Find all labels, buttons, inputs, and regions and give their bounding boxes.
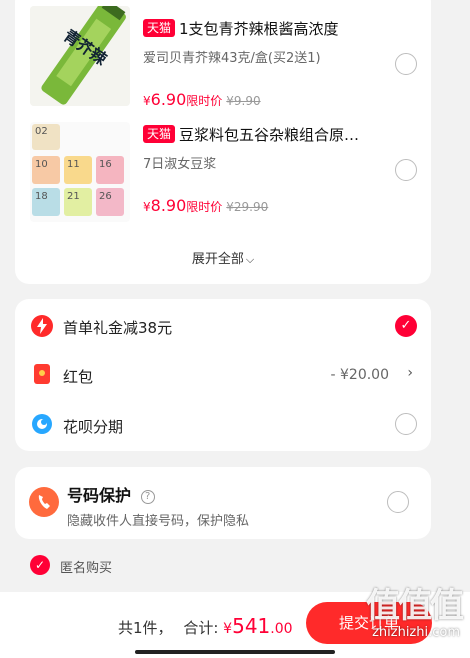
first-order-discount-row[interactable]: 首单礼金减38元 ✓ xyxy=(15,303,431,349)
phone-protection-title-text: 号码保护 xyxy=(67,486,132,505)
product-title[interactable]: 天猫 1支包青芥辣根酱高浓度 xyxy=(143,18,391,39)
chevron-right-icon[interactable]: › xyxy=(407,365,413,381)
original-price: ¥29.90 xyxy=(226,200,269,214)
red-packet-label: 红包 xyxy=(63,368,94,386)
huabei-row[interactable]: 花呗分期 xyxy=(15,403,431,449)
total-decimal: .00 xyxy=(270,621,293,637)
lightning-icon xyxy=(31,315,53,337)
price-label: 限时价 xyxy=(186,94,223,108)
total-integer: 541 xyxy=(232,614,271,638)
phone-protection-radio[interactable] xyxy=(387,491,409,513)
watermark-logo: 值值值 xyxy=(366,586,464,626)
pack-number: 21 xyxy=(67,191,80,202)
huabei-label: 花呗分期 xyxy=(63,418,124,436)
price-label: 限时价 xyxy=(186,200,223,214)
tmall-badge: 天猫 xyxy=(143,19,176,37)
benefits-card: 首单礼金减38元 ✓ 红包 - ¥20.00 › 花呗分期 xyxy=(15,299,431,451)
phone-protection-card[interactable]: 号码保护 ? 隐藏收件人直接号码，保护隐私 xyxy=(15,467,431,539)
phone-protection-title: 号码保护 ? xyxy=(67,482,155,506)
phone-protection-desc: 隐藏收件人直接号码，保护隐私 xyxy=(67,514,250,529)
pack-number: 02 xyxy=(35,126,48,137)
huabei-radio[interactable] xyxy=(395,413,417,435)
pack-number: 16 xyxy=(99,159,112,170)
product-price: ¥6.90限时价 ¥9.90 xyxy=(143,90,261,109)
price-currency: ¥ xyxy=(143,94,151,108)
pack-number: 26 xyxy=(99,191,112,202)
huabei-icon xyxy=(32,414,52,434)
original-price: ¥9.90 xyxy=(226,94,261,108)
checked-icon[interactable]: ✓ xyxy=(395,315,417,337)
anonymous-label: 匿名购买 xyxy=(60,561,113,576)
item-count: 共1件， xyxy=(118,619,173,637)
watermark-url: zhizhizhi.com xyxy=(372,625,460,640)
product-spec: 7日淑女豆浆 xyxy=(143,157,217,172)
product-thumbnail[interactable]: 02 10 11 16 18 21 26 xyxy=(30,122,130,222)
home-indicator[interactable] xyxy=(135,650,335,654)
expand-all-button[interactable]: 展开全部 ⌵ xyxy=(15,248,431,267)
price-currency: ¥ xyxy=(143,200,151,214)
order-summary: 共1件， 合计: ¥541.00 xyxy=(118,614,293,638)
product-price: ¥8.90限时价 ¥29.90 xyxy=(143,196,268,215)
soymilk-packs-image xyxy=(30,122,130,222)
product-thumbnail[interactable]: 青芥辣 xyxy=(30,6,130,106)
product-item[interactable]: 02 10 11 16 18 21 26 天猫 豆浆料包五谷杂粮组合原… 7日淑女… xyxy=(15,116,431,226)
red-packet-icon xyxy=(34,364,50,384)
total-currency: ¥ xyxy=(223,621,233,637)
pack-number: 11 xyxy=(67,159,80,170)
product-title[interactable]: 天猫 豆浆料包五谷杂粮组合原… xyxy=(143,124,391,145)
product-spec: 爱司贝青芥辣43克/盒(买2送1) xyxy=(143,51,321,66)
product-list-card: 青芥辣 天猫 1支包青芥辣根酱高浓度 爱司贝青芥辣43克/盒(买2送1) ¥6.9… xyxy=(15,0,431,284)
pack-number: 10 xyxy=(35,159,48,170)
product-title-text: 1支包青芥辣根酱高浓度 xyxy=(179,20,339,38)
product-select-radio[interactable] xyxy=(395,159,417,181)
price-value: 6.90 xyxy=(150,90,187,109)
tmall-badge: 天猫 xyxy=(143,125,176,143)
price-value: 8.90 xyxy=(150,196,187,215)
phone-shield-icon xyxy=(29,487,59,517)
anonymous-checked-icon[interactable]: ✓ xyxy=(30,555,50,575)
expand-all-label: 展开全部 xyxy=(191,252,244,267)
red-packet-value: - ¥20.00 xyxy=(330,367,390,383)
total-label: 合计: xyxy=(183,619,219,637)
help-icon[interactable]: ? xyxy=(140,490,155,504)
product-select-radio[interactable] xyxy=(395,53,417,75)
red-packet-row[interactable]: 红包 - ¥20.00 › xyxy=(15,353,431,399)
first-order-label: 首单礼金减38元 xyxy=(63,319,173,337)
chevron-down-icon: ⌵ xyxy=(245,253,255,266)
pack-number: 18 xyxy=(35,191,48,202)
product-title-text: 豆浆料包五谷杂粮组合原… xyxy=(179,126,360,144)
product-item[interactable]: 青芥辣 天猫 1支包青芥辣根酱高浓度 爱司贝青芥辣43克/盒(买2送1) ¥6.9… xyxy=(15,0,431,109)
